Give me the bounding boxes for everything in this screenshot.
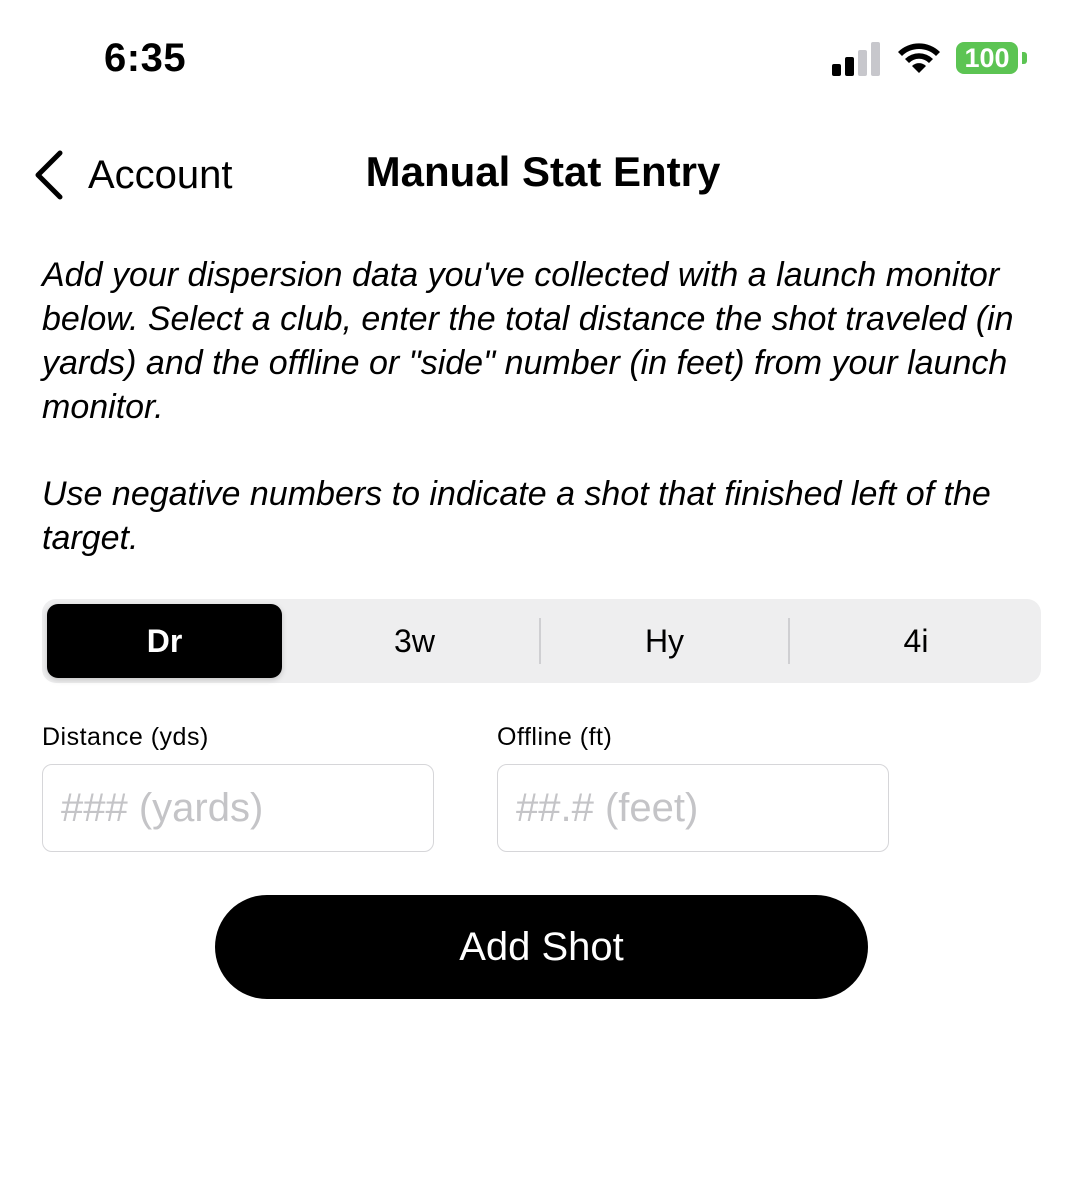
battery-cap [1022, 52, 1027, 64]
club-selector: Dr 3w Hy 4i [42, 599, 1041, 683]
status-icons: 100 [832, 40, 1032, 80]
offline-input[interactable] [497, 764, 889, 852]
status-time: 6:35 [104, 36, 187, 80]
page-title: Manual Stat Entry [365, 148, 721, 195]
club-option-4i[interactable]: 4i [797, 604, 1035, 678]
club-option-3w[interactable]: 3w [297, 604, 532, 678]
wifi-icon [898, 43, 940, 73]
instructions-paragraph-2: Use negative numbers to indicate a shot … [42, 475, 991, 557]
club-option-dr[interactable]: Dr [47, 604, 282, 678]
club-option-hy[interactable]: Hy [547, 604, 782, 678]
segment-divider [539, 618, 541, 664]
distance-label: Distance (yds) [42, 723, 209, 751]
distance-input[interactable] [42, 764, 434, 852]
instructions-paragraph-1: Add your dispersion data you've collecte… [42, 256, 1014, 426]
segment-divider [788, 618, 790, 664]
battery-icon: 100 [956, 42, 1018, 74]
manual-stat-entry-screen: 6:35 100 Account Manual Stat Entry Add y… [0, 0, 1083, 1200]
signal-icon [832, 42, 880, 76]
offline-label: Offline (ft) [497, 723, 613, 751]
add-shot-button[interactable]: Add Shot [215, 895, 868, 999]
instructions: Add your dispersion data you've collecte… [42, 253, 1052, 560]
